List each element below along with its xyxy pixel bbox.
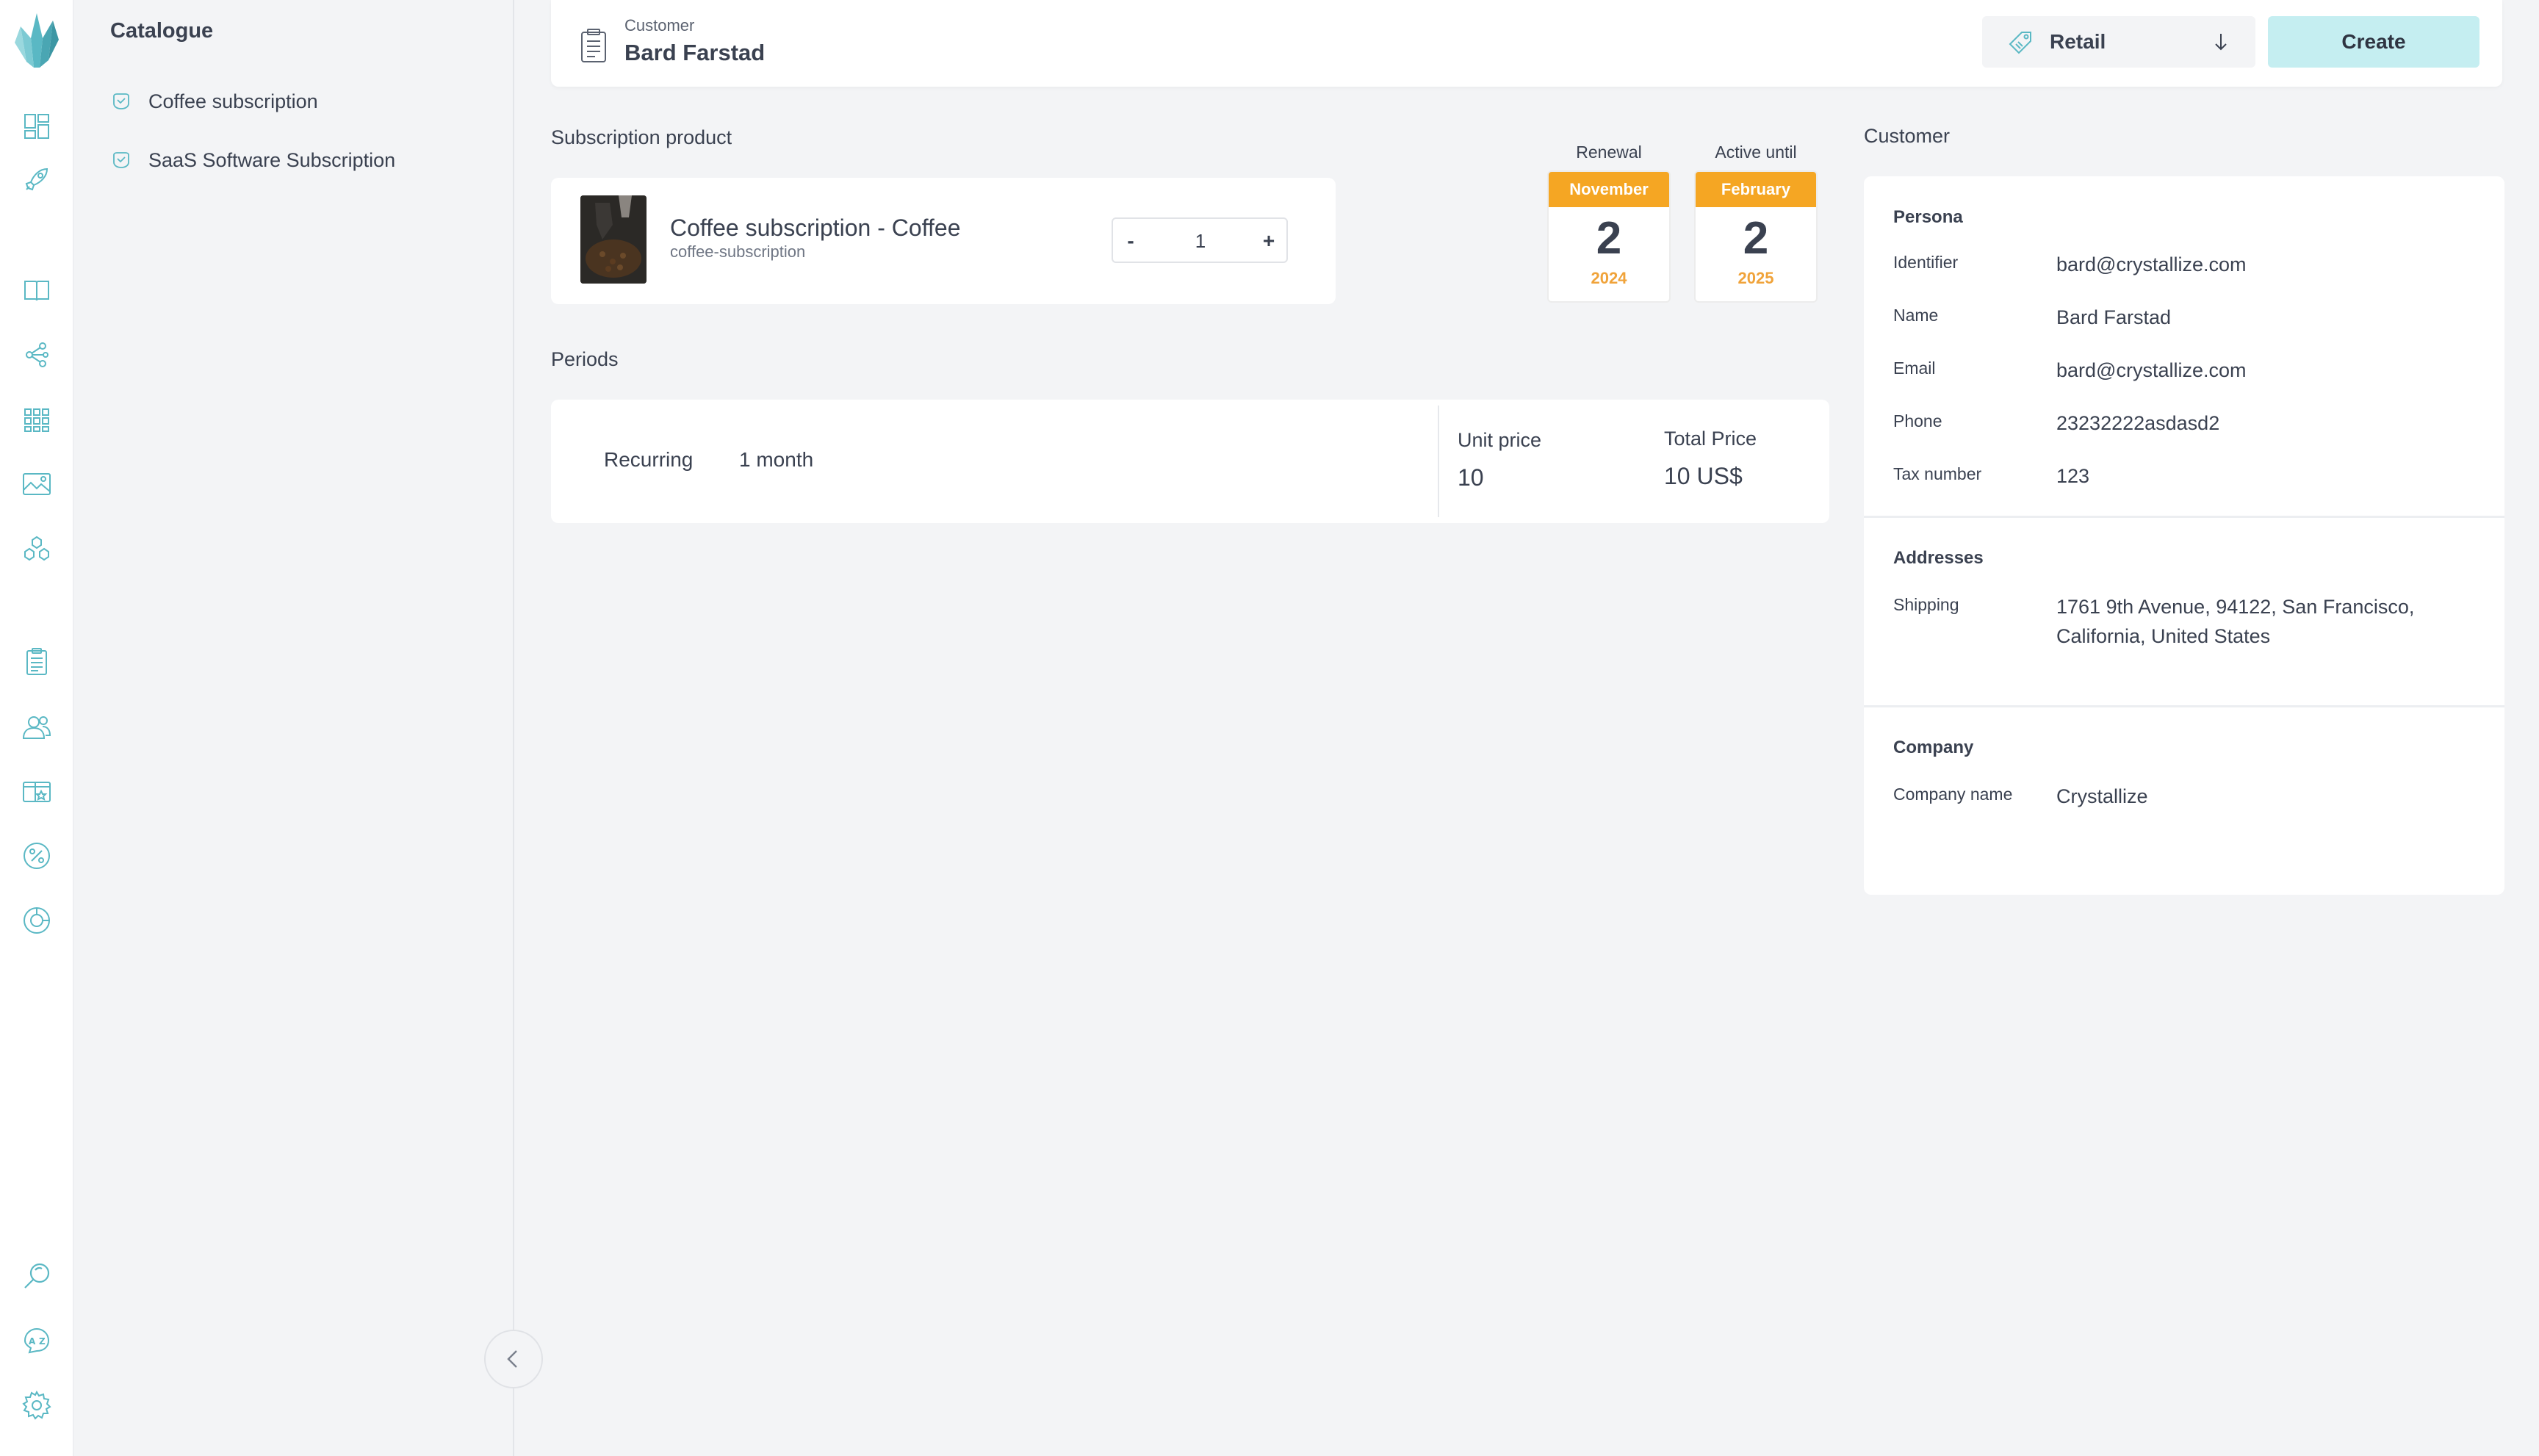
price-list-value: Retail: [2050, 30, 2106, 53]
shipping-label: Shipping: [1893, 595, 1959, 614]
subscription-icon: [113, 93, 129, 109]
name-value: Bard Farstad: [2056, 306, 2172, 328]
addresses-title: Addresses: [1893, 548, 1984, 568]
total-price-value: 10 US$: [1664, 463, 1743, 489]
active-until-date: February 2 2025: [1694, 170, 1818, 303]
renewal-label: Renewal: [1576, 143, 1642, 162]
decrement-button[interactable]: -: [1116, 226, 1145, 256]
crystallize-logo[interactable]: [13, 10, 60, 72]
image-icon[interactable]: [19, 466, 54, 502]
search-icon[interactable]: [19, 1258, 54, 1294]
email-label: Email: [1893, 358, 1936, 378]
quantity-stepper: - +: [1112, 217, 1288, 263]
tax-number-label: Tax number: [1893, 464, 1982, 483]
active-until-month: February: [1696, 172, 1816, 207]
create-button[interactable]: Create: [2268, 16, 2479, 68]
translate-icon[interactable]: A Z: [19, 1323, 54, 1358]
dashboard-icon[interactable]: [19, 109, 54, 144]
divider: [1864, 516, 2504, 518]
svg-text:Z: Z: [39, 1336, 46, 1347]
recurring-label: Recurring: [604, 448, 694, 471]
company-title: Company: [1893, 738, 1974, 757]
unit-price-label: Unit price: [1458, 429, 1542, 451]
catalogue-title: Catalogue: [110, 19, 214, 43]
email-value: bard@crystallize.com: [2056, 359, 2247, 381]
customer-heading: Customer: [1864, 125, 1951, 147]
discount-icon[interactable]: [19, 838, 54, 873]
increment-button[interactable]: +: [1254, 226, 1283, 256]
subscription-product-heading: Subscription product: [551, 126, 732, 148]
periods-card: Recurring 1 month Unit price 10 Total Pr…: [551, 400, 1829, 523]
catalogue-item-label: Coffee subscription: [148, 90, 318, 112]
company-name-label: Company name: [1893, 785, 2013, 804]
company-name-value: Crystallize: [2056, 785, 2148, 807]
subscription-icon: [113, 152, 129, 168]
phone-value: 23232222asdasd2: [2056, 412, 2220, 434]
identifier-label: Identifier: [1893, 253, 1959, 272]
renewal-day: 2: [1596, 213, 1622, 264]
price-list-select[interactable]: Retail: [1982, 16, 2255, 68]
icon-rail: A Z: [0, 0, 73, 1456]
product-sku: coffee-subscription: [670, 242, 806, 261]
tag-icon: [2009, 32, 2031, 54]
catalogue-item-saas-software-subscription[interactable]: SaaS Software Subscription: [110, 143, 395, 178]
unit-price-value: 10: [1458, 464, 1484, 491]
renewal-month: November: [1549, 172, 1669, 207]
arrow-down-icon: [2215, 34, 2227, 51]
phone-label: Phone: [1893, 411, 1942, 430]
shapes-icon[interactable]: [19, 531, 54, 566]
quantity-input[interactable]: [1157, 226, 1244, 256]
customer-name: Bard Farstad: [624, 40, 766, 65]
active-until-label: Active until: [1715, 143, 1797, 162]
shipping-value: 1761 9th Avenue, 94122, San Francisco, C…: [2056, 596, 2415, 647]
users-icon[interactable]: [19, 709, 54, 744]
graph-icon[interactable]: [19, 337, 54, 372]
box-icon[interactable]: [19, 774, 54, 809]
catalogue-item-coffee-subscription[interactable]: Coffee subscription: [110, 84, 318, 119]
product-thumbnail: [580, 195, 647, 284]
recurring-value: 1 month: [739, 448, 814, 471]
active-until-day: 2: [1743, 213, 1769, 264]
name-label: Name: [1893, 306, 1939, 325]
chart-icon[interactable]: [19, 903, 54, 938]
active-until-year: 2025: [1737, 269, 1774, 287]
periods-heading: Periods: [551, 348, 619, 370]
clipboard-icon: [581, 29, 606, 62]
chevron-left-icon: [507, 1350, 517, 1368]
persona-title: Persona: [1893, 207, 1963, 227]
divider: [1864, 705, 2504, 707]
gear-icon[interactable]: [19, 1388, 54, 1423]
total-price-label: Total Price: [1664, 428, 1757, 450]
rocket-icon[interactable]: [19, 162, 54, 197]
book-icon[interactable]: [19, 273, 54, 308]
catalogue-panel: Catalogue Coffee subscription SaaS Softw…: [73, 0, 514, 1456]
grid-icon[interactable]: [19, 402, 54, 437]
tax-number-value: 123: [2056, 465, 2090, 487]
svg-text:A: A: [29, 1336, 36, 1347]
product-title: Coffee subscription - Coffee: [670, 215, 961, 241]
subscription-product-card: Coffee subscription - Coffee coffee-subs…: [551, 178, 1336, 304]
divider: [1438, 406, 1439, 517]
renewal-year: 2024: [1591, 269, 1627, 287]
identifier-value: bard@crystallize.com: [2056, 253, 2247, 275]
renewal-date: November 2 2024: [1547, 170, 1671, 303]
clipboard-icon[interactable]: [19, 644, 54, 680]
customer-label: Customer: [624, 16, 695, 35]
customer-panel: Persona Identifier bard@crystallize.com …: [1864, 176, 2504, 895]
catalogue-item-label: SaaS Software Subscription: [148, 148, 396, 171]
customer-header: Customer Bard Farstad Retail Create: [551, 0, 2502, 87]
collapse-sidebar-button[interactable]: [484, 1330, 543, 1388]
